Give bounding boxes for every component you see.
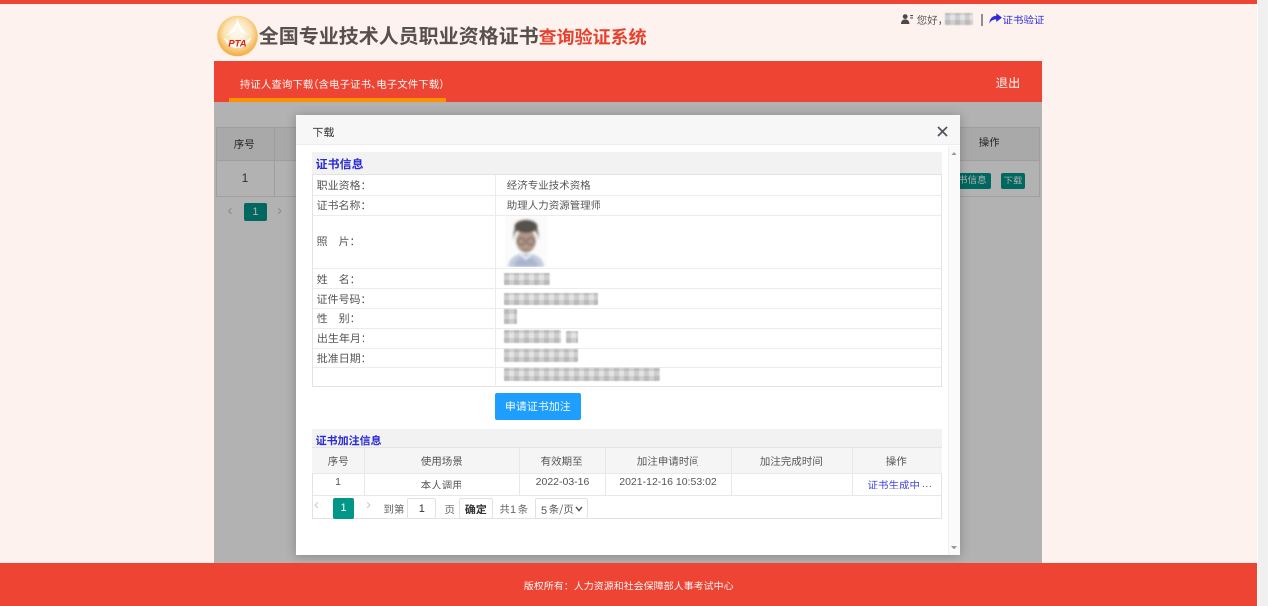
svg-text:PTA: PTA	[228, 39, 246, 50]
